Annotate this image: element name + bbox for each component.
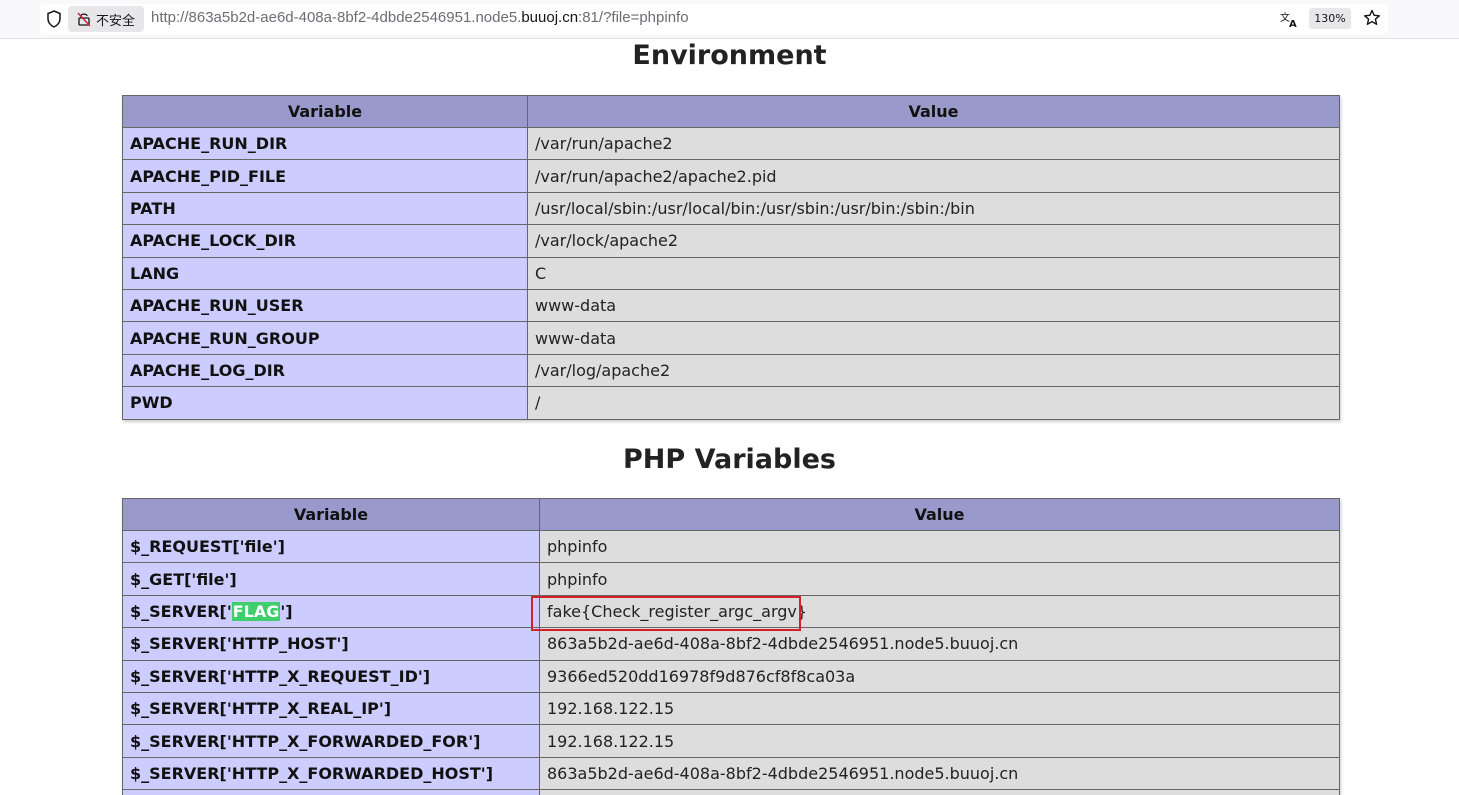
column-header: Value bbox=[539, 498, 1340, 531]
table-row: APACHE_RUN_GROUP www-data bbox=[122, 321, 1340, 355]
table-row: $_SERVER['HTTP_X_FORWARDED_FOR'] 192.168.… bbox=[122, 724, 1340, 758]
table-row: APACHE_RUN_DIR/var/run/apache2 bbox=[122, 126, 1340, 161]
variable-value: 192.168.122.15 bbox=[539, 724, 1340, 758]
variable-value: /var/lock/apache2 bbox=[527, 224, 1340, 258]
variable-value: / bbox=[527, 386, 1340, 420]
zoom-level-button[interactable]: 130% bbox=[1309, 8, 1351, 29]
translate-icon[interactable]: 文 A bbox=[1279, 9, 1299, 29]
table-row: APACHE_PID_FILE/var/run/apache2/apache2.… bbox=[122, 159, 1340, 193]
table-row: APACHE_LOG_DIR/var/log/apache2 bbox=[122, 353, 1340, 388]
variable-name: $_GET['file'] bbox=[122, 562, 540, 596]
column-header: Variable bbox=[122, 498, 540, 531]
variable-name: $_SERVER['HTTP_X_FORWARDED_HOST'] bbox=[122, 756, 540, 791]
variable-value: 192.168.122.15 bbox=[539, 691, 1340, 726]
table-row: $_SERVER['HTTP_X_REQUEST_ID'] 9366ed520dd… bbox=[122, 659, 1340, 693]
variable-name: APACHE_RUN_DIR bbox=[122, 126, 528, 161]
url-text[interactable]: http://863a5b2d-ae6d-408a-8bf2-4dbde2546… bbox=[151, 9, 689, 26]
environment-table: Variable Value APACHE_RUN_DIR/var/run/ap… bbox=[122, 95, 1340, 420]
variable-value bbox=[539, 789, 1340, 795]
insecure-label: 不安全 bbox=[96, 13, 136, 29]
variable-name: LANG bbox=[122, 256, 528, 290]
browser-toolbar: 不安全 http://863a5b2d-ae6d-408a-8bf2-4dbde… bbox=[0, 0, 1459, 39]
variable-value: www-data bbox=[527, 321, 1340, 355]
flag-name-prefix: $_SERVER[' bbox=[130, 601, 232, 621]
flag-name-suffix: '] bbox=[280, 601, 293, 621]
variable-name: APACHE_LOG_DIR bbox=[122, 353, 528, 388]
table-row: PATH/usr/local/sbin:/usr/local/bin:/usr/… bbox=[122, 191, 1340, 226]
flag-search-highlight: FLAG bbox=[231, 601, 281, 621]
variable-name bbox=[122, 789, 540, 795]
column-header: Value bbox=[527, 95, 1340, 128]
variable-name: $_SERVER['HTTP_X_FORWARDED_FOR'] bbox=[122, 724, 540, 758]
variable-value: 863a5b2d-ae6d-408a-8bf2-4dbde2546951.nod… bbox=[539, 627, 1340, 661]
variable-name: PATH bbox=[122, 191, 528, 226]
variable-name: $_REQUEST['file'] bbox=[122, 529, 540, 564]
table-row-partial bbox=[122, 789, 1340, 795]
variable-value: C bbox=[527, 256, 1340, 290]
table-row: $_REQUEST['file'] phpinfo bbox=[122, 529, 1340, 564]
flag-value: fake{Check_register_argc_argv} bbox=[539, 594, 1340, 629]
variable-value: 863a5b2d-ae6d-408a-8bf2-4dbde2546951.nod… bbox=[539, 756, 1340, 791]
variable-value: /var/log/apache2 bbox=[527, 353, 1340, 388]
table-row: APACHE_LOCK_DIR/var/lock/apache2 bbox=[122, 224, 1340, 258]
variable-value: phpinfo bbox=[539, 562, 1340, 596]
table-header-row: Variable Value bbox=[122, 498, 1340, 531]
table-row: LANG C bbox=[122, 256, 1340, 290]
variable-name: $_SERVER['HTTP_X_REQUEST_ID'] bbox=[122, 659, 540, 693]
shield-icon[interactable] bbox=[44, 9, 64, 29]
table-row: APACHE_RUN_USER www-data bbox=[122, 288, 1340, 323]
url-prefix: http://863a5b2d-ae6d-408a-8bf2-4dbde2546… bbox=[151, 9, 522, 26]
variable-value: phpinfo bbox=[539, 529, 1340, 564]
insecure-connection-chip[interactable]: 不安全 bbox=[68, 6, 144, 32]
variable-value: /var/run/apache2/apache2.pid bbox=[527, 159, 1340, 193]
environment-heading: Environment bbox=[632, 40, 827, 71]
url-domain: buuoj.cn bbox=[521, 9, 579, 26]
variable-name: APACHE_PID_FILE bbox=[122, 159, 528, 193]
variable-name: APACHE_RUN_GROUP bbox=[122, 321, 528, 355]
variable-name: $_SERVER['HTTP_X_REAL_IP'] bbox=[122, 691, 540, 726]
flag-row: $_SERVER['FLAG'] fake{Check_register_arg… bbox=[122, 594, 1340, 629]
table-row: $_SERVER['HTTP_HOST'] 863a5b2d-ae6d-408a-… bbox=[122, 627, 1340, 661]
variable-value: /var/run/apache2 bbox=[527, 126, 1340, 161]
variable-value: 9366ed520dd16978f9d876cf8f8ca03a bbox=[539, 659, 1340, 693]
php-variables-heading: PHP Variables bbox=[623, 444, 836, 475]
variable-name: PWD bbox=[122, 386, 528, 420]
variable-name: APACHE_LOCK_DIR bbox=[122, 224, 528, 258]
variable-name: $_SERVER['HTTP_HOST'] bbox=[122, 627, 540, 661]
variable-value: www-data bbox=[527, 288, 1340, 323]
table-row: PWD / bbox=[122, 386, 1340, 420]
table-row: $_GET['file'] phpinfo bbox=[122, 562, 1340, 596]
variable-value: /usr/local/sbin:/usr/local/bin:/usr/sbin… bbox=[527, 191, 1340, 226]
column-header: Variable bbox=[122, 95, 528, 128]
table-row: $_SERVER['HTTP_X_REAL_IP'] 192.168.122.15 bbox=[122, 691, 1340, 726]
svg-text:A: A bbox=[1289, 19, 1297, 29]
variable-name: APACHE_RUN_USER bbox=[122, 288, 528, 323]
variable-name: $_SERVER['FLAG'] bbox=[122, 594, 540, 629]
broken-lock-icon bbox=[77, 12, 91, 27]
table-header-row: Variable Value bbox=[122, 95, 1340, 128]
bookmark-star-icon[interactable] bbox=[1362, 8, 1382, 28]
table-row: $_SERVER['HTTP_X_FORWARDED_HOST'] 863a5b2… bbox=[122, 756, 1340, 791]
php-variables-table: Variable Value $_REQUEST['file'] phpinfo … bbox=[122, 498, 1340, 795]
url-suffix: :81/?file=phpinfo bbox=[578, 9, 689, 26]
